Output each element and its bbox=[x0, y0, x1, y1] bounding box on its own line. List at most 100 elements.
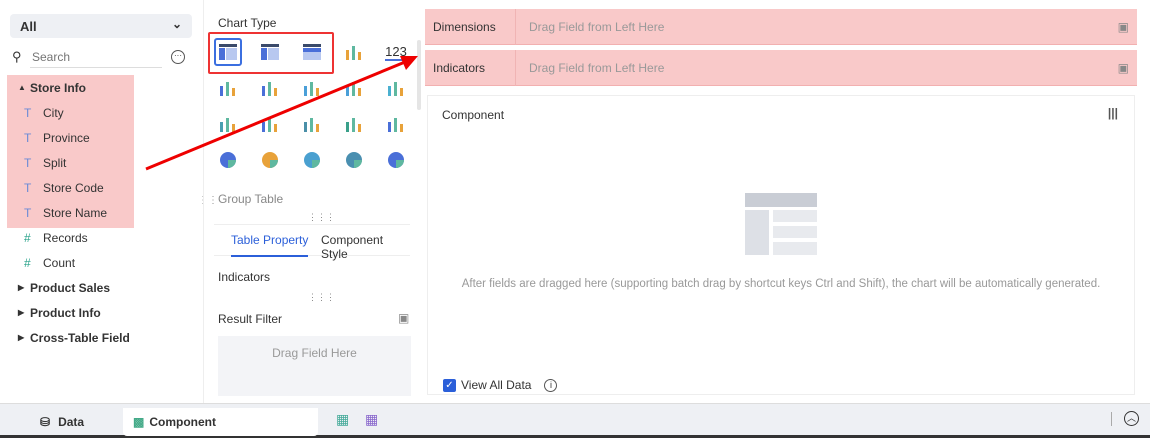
dimensions-label: Dimensions bbox=[433, 20, 496, 34]
line-icon[interactable] bbox=[214, 110, 242, 138]
field-label: Split bbox=[43, 156, 67, 170]
text-field-icon: T bbox=[24, 181, 32, 195]
text-field-icon: T bbox=[24, 206, 32, 220]
group-table-icon[interactable] bbox=[214, 38, 242, 66]
data-tab-label: Data bbox=[58, 415, 85, 429]
field-tree: ▲ Store Info T City T Province T Split T Store Co… bbox=[0, 78, 200, 353]
select-value: All bbox=[20, 19, 37, 34]
sunburst-icon[interactable] bbox=[298, 146, 326, 174]
scrollbar[interactable] bbox=[417, 40, 421, 110]
divider bbox=[1111, 412, 1112, 426]
database-icon: ⛁ bbox=[40, 415, 51, 429]
rose-icon[interactable] bbox=[256, 146, 284, 174]
field-item[interactable]: T City bbox=[0, 103, 200, 128]
caret-right-icon: ▶ bbox=[18, 283, 25, 292]
chart-settings-icon[interactable]: ||| bbox=[1108, 106, 1118, 120]
caret-right-icon: ▶ bbox=[18, 333, 25, 342]
indicators-label: Indicators bbox=[218, 270, 271, 284]
chart-type-title: Chart Type bbox=[218, 16, 277, 30]
indicators-label: Indicators bbox=[433, 61, 486, 75]
field-item[interactable]: T Store Name bbox=[0, 203, 200, 228]
tab-table-property[interactable]: Table Property bbox=[231, 233, 309, 257]
field-item[interactable]: T Store Code bbox=[0, 178, 200, 203]
toolbox-icon[interactable]: ▣ bbox=[398, 311, 409, 325]
tab-data[interactable]: ⛁ Data bbox=[30, 408, 94, 436]
field-label: Province bbox=[43, 131, 90, 145]
toolbox-icon[interactable]: ▣ bbox=[1118, 61, 1129, 75]
indicators-bar: Indicators Drag Field from Left Here ▣ bbox=[425, 50, 1137, 86]
selected-chart-type: Group Table bbox=[218, 192, 284, 206]
chart-icon: ▩ bbox=[133, 415, 145, 429]
bubble-icon[interactable] bbox=[382, 146, 410, 174]
number-card-icon[interactable]: 123 bbox=[382, 38, 410, 66]
text-field-icon: T bbox=[24, 131, 32, 145]
canvas-panel: Dimensions Drag Field from Left Here ▣ I… bbox=[425, 0, 1150, 403]
group-label: Product Info bbox=[30, 306, 101, 320]
property-tabs: Table Property Component Style bbox=[214, 224, 410, 261]
group-label: Store Info bbox=[30, 81, 86, 95]
area-icon[interactable] bbox=[340, 110, 368, 138]
dimensions-dropzone[interactable]: Drag Field from Left Here bbox=[515, 9, 1095, 45]
field-item[interactable]: T Split bbox=[0, 153, 200, 178]
gauge-icon[interactable] bbox=[382, 110, 410, 138]
component-area: Component ||| After fields are dragged h… bbox=[427, 95, 1135, 395]
bottom-bar: ⛁ Data ▩ Component ▦ ▦ ︿ bbox=[0, 403, 1150, 438]
field-label: Store Name bbox=[43, 206, 108, 220]
tab-component-style[interactable]: Component Style bbox=[321, 233, 410, 261]
field-label: City bbox=[43, 106, 64, 120]
cross-table-icon[interactable] bbox=[256, 38, 284, 66]
chevron-down-icon: ⌄ bbox=[171, 17, 182, 31]
field-group[interactable]: ▶ Product Info bbox=[0, 303, 200, 328]
radar-line-icon[interactable] bbox=[256, 110, 284, 138]
field-group[interactable]: ▶ Product Sales bbox=[0, 278, 200, 303]
tab-component[interactable]: ▩ Component bbox=[123, 408, 318, 436]
drag-handle[interactable]: ⋮⋮⋮ bbox=[308, 292, 335, 303]
field-label: Store Code bbox=[43, 181, 104, 195]
caret-down-icon: ▲ bbox=[18, 83, 26, 92]
indicators-dropzone[interactable]: Drag Field from Left Here bbox=[515, 50, 1095, 86]
number-field-icon: # bbox=[24, 231, 31, 245]
component-title: Component bbox=[442, 108, 505, 122]
empty-message: After fields are dragged here (supportin… bbox=[461, 278, 1101, 290]
field-item[interactable]: T Province bbox=[0, 128, 200, 153]
result-filter-label: Result Filter bbox=[218, 312, 283, 326]
caret-right-icon: ▶ bbox=[18, 308, 25, 317]
multi-pie-icon[interactable] bbox=[340, 38, 368, 66]
drag-handle[interactable]: ⋮⋮⋮ bbox=[308, 212, 335, 223]
add-component-icon[interactable]: ▦ bbox=[336, 411, 349, 428]
field-item[interactable]: # Records bbox=[0, 228, 200, 253]
pie-icon[interactable] bbox=[214, 146, 242, 174]
detail-table-icon[interactable] bbox=[298, 38, 326, 66]
radar-icon[interactable] bbox=[298, 110, 326, 138]
field-group[interactable]: ▲ Store Info bbox=[0, 78, 200, 103]
search-input[interactable] bbox=[30, 46, 162, 68]
view-all-label: View All Data bbox=[461, 378, 532, 392]
checkbox-checked-icon: ✓ bbox=[443, 378, 456, 392]
dataset-select[interactable]: All ⌄ bbox=[10, 14, 192, 38]
column-icon[interactable] bbox=[298, 74, 326, 102]
info-icon[interactable]: i bbox=[544, 378, 558, 392]
number-label: 123 bbox=[385, 43, 407, 61]
text-field-icon: T bbox=[24, 156, 32, 170]
text-field-icon: T bbox=[24, 106, 32, 120]
field-panel: All ⌄ ⚲ ··· ▲ Store Info T City T Province T Spl… bbox=[0, 0, 200, 403]
field-group[interactable]: ▶ Cross-Table Field bbox=[0, 328, 200, 353]
toolbox-icon[interactable]: ▣ bbox=[1118, 20, 1129, 34]
field-item[interactable]: # Count bbox=[0, 253, 200, 278]
number-field-icon: # bbox=[24, 256, 31, 270]
group-label: Cross-Table Field bbox=[30, 331, 130, 345]
range-column-icon[interactable] bbox=[382, 74, 410, 102]
more-icon[interactable]: ··· bbox=[171, 50, 185, 64]
collapse-up-icon[interactable]: ︿ bbox=[1124, 411, 1139, 426]
view-all-data-checkbox[interactable]: ✓ View All Data i bbox=[443, 378, 558, 392]
add-table-icon[interactable]: ▦ bbox=[365, 411, 378, 428]
stacked-bar-icon[interactable] bbox=[256, 74, 284, 102]
empty-table-icon bbox=[745, 193, 817, 255]
result-filter-dropzone[interactable]: Drag Field Here bbox=[218, 336, 411, 396]
group-label: Product Sales bbox=[30, 281, 111, 295]
grouped-bar-icon[interactable] bbox=[214, 74, 242, 102]
bar-icon[interactable] bbox=[340, 74, 368, 102]
config-panel: Chart Type 123 Group Table ⋮⋮⋮ Table Pro… bbox=[203, 0, 423, 403]
scatter-icon[interactable] bbox=[340, 146, 368, 174]
search-icon: ⚲ bbox=[12, 49, 22, 64]
